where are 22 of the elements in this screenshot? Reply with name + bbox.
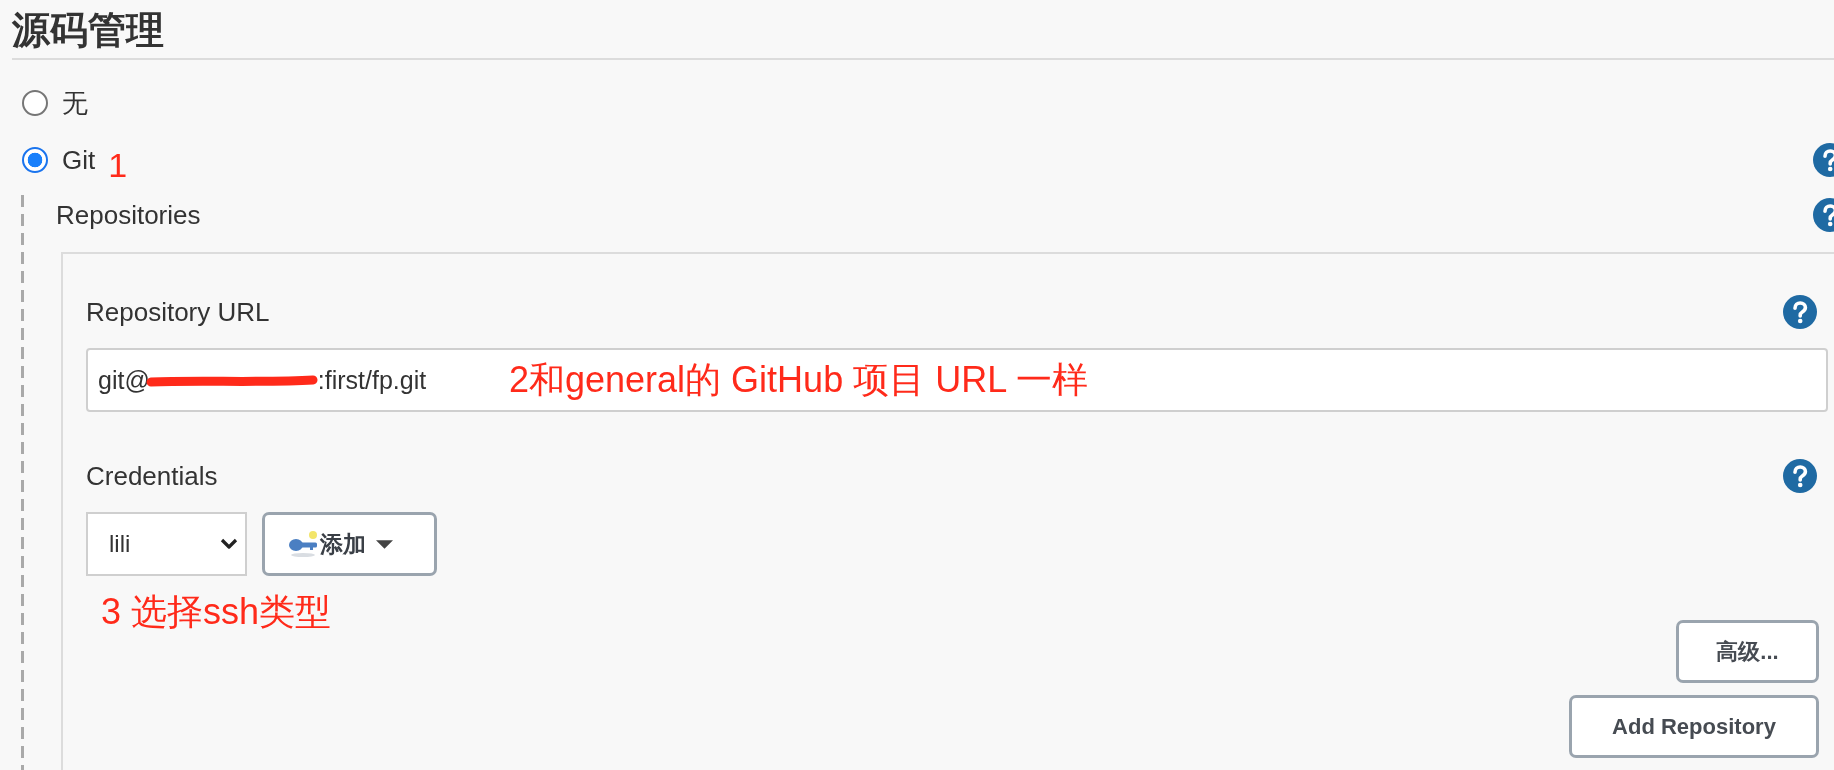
add-credentials-button[interactable]: 添加 <box>262 512 437 576</box>
option-label[interactable]: Git <box>62 144 96 176</box>
radio-button[interactable] <box>22 147 48 173</box>
option-label[interactable]: 无 <box>62 87 88 119</box>
caret-down-icon <box>376 539 393 549</box>
help-icon[interactable] <box>1783 295 1817 329</box>
help-icon[interactable] <box>1813 143 1834 177</box>
annotation-text: 1 <box>108 145 128 185</box>
help-icon[interactable] <box>1783 459 1817 493</box>
field-label: Credentials <box>86 460 218 492</box>
annotation-text: 2和general的 GitHub 项目 URL 一样 <box>509 358 1088 402</box>
section-label: Repositories <box>56 199 201 231</box>
chevron-down-icon <box>220 538 238 550</box>
add-repository-button[interactable]: Add Repository <box>1569 695 1819 758</box>
credentials-dropdown[interactable]: lili <box>86 512 247 576</box>
annotation-text: 3 选择ssh类型 <box>101 590 332 634</box>
advanced-button[interactable]: 高级... <box>1676 620 1819 683</box>
field-label: Repository URL <box>86 296 270 328</box>
section-title: 源码管理 <box>12 8 164 53</box>
key-icon <box>288 530 318 558</box>
help-icon[interactable] <box>1813 198 1834 232</box>
radio-button[interactable] <box>22 90 48 116</box>
